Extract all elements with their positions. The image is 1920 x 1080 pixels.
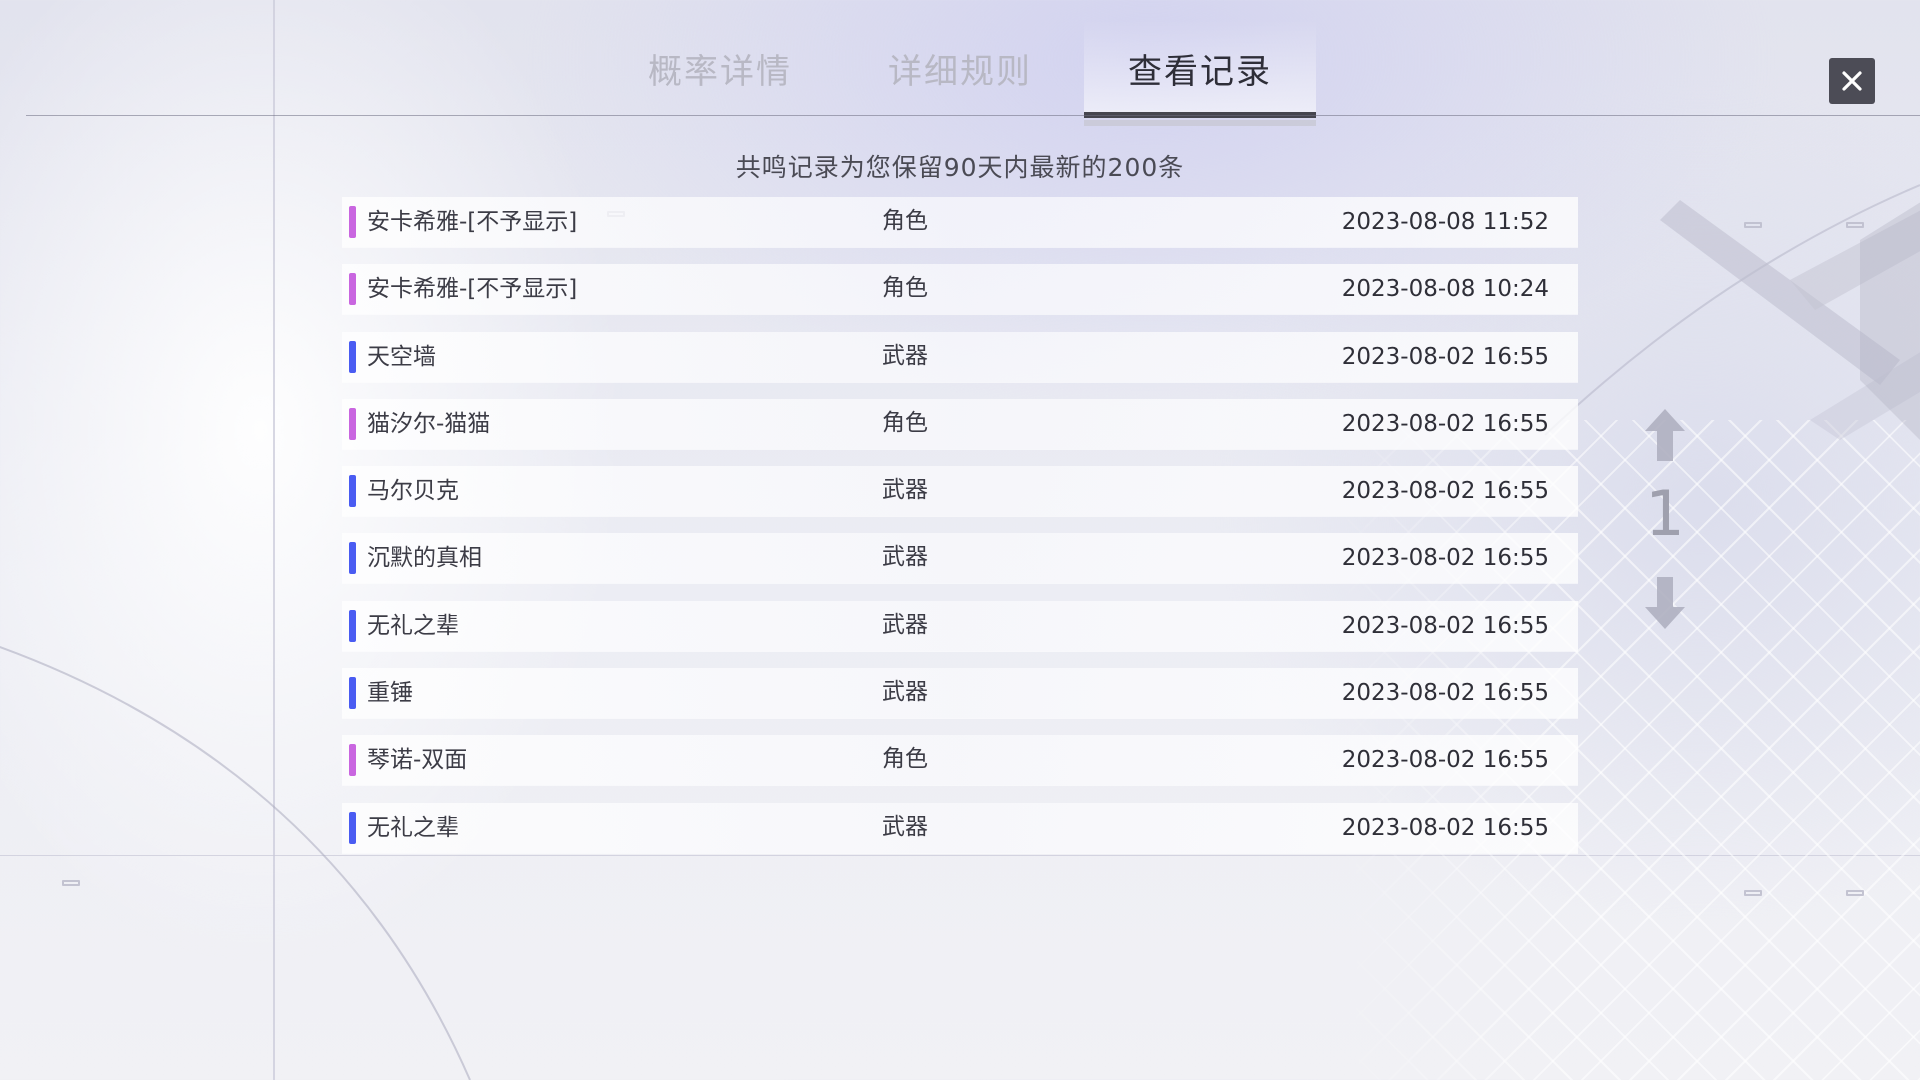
record-name: 猫汐尔-猫猫: [367, 410, 491, 437]
decor-dash: [1846, 222, 1864, 228]
record-row: 马尔贝克 武器 2023-08-02 16:55: [342, 466, 1578, 517]
record-row: 无礼之辈 武器 2023-08-02 16:55: [342, 802, 1578, 853]
page-navigator: 1: [1635, 405, 1695, 635]
record-name: 马尔贝克: [367, 478, 459, 505]
rarity-bar: [349, 542, 356, 575]
record-time: 2023-08-02 16:55: [1341, 478, 1549, 505]
record-time: 2023-08-08 10:24: [1341, 276, 1549, 303]
decor-dash: [62, 880, 80, 886]
rarity-bar: [349, 677, 356, 710]
record-name: 安卡希雅-[不予显示]: [367, 276, 578, 303]
tab-probability-details[interactable]: 概率详情: [610, 20, 830, 116]
record-row: 猫汐尔-猫猫 角色 2023-08-02 16:55: [342, 398, 1578, 449]
record-time: 2023-08-02 16:55: [1341, 343, 1549, 370]
rarity-bar: [349, 744, 356, 777]
decor-dash: [1744, 890, 1762, 896]
record-name: 重锤: [367, 680, 413, 707]
rarity-bar: [349, 609, 356, 642]
record-time: 2023-08-02 16:55: [1341, 814, 1549, 841]
decor-dash: [1846, 890, 1864, 896]
record-row: 安卡希雅-[不予显示] 角色 2023-08-08 10:24: [342, 264, 1578, 315]
record-type: 武器: [882, 813, 928, 840]
tab-view-records[interactable]: 查看记录: [1084, 20, 1316, 126]
record-time: 2023-08-02 16:55: [1341, 612, 1549, 639]
record-row: 重锤 武器 2023-08-02 16:55: [342, 668, 1578, 719]
record-type: 武器: [882, 544, 928, 571]
record-type: 角色: [882, 409, 928, 436]
rarity-bar: [349, 407, 356, 440]
tab-bar: 概率详情 详细规则 查看记录: [0, 0, 1920, 126]
record-name: 无礼之辈: [367, 612, 459, 639]
record-row: 天空墙 武器 2023-08-02 16:55: [342, 331, 1578, 382]
record-time: 2023-08-02 16:55: [1341, 545, 1549, 572]
rarity-bar: [349, 273, 356, 306]
record-type: 角色: [882, 275, 928, 302]
record-time: 2023-08-02 16:55: [1341, 410, 1549, 437]
record-name: 安卡希雅-[不予显示]: [367, 209, 578, 235]
rarity-bar: [349, 475, 356, 508]
record-retention-note: 共鸣记录为您保留90天内最新的200条: [735, 153, 1185, 182]
record-row: 沉默的真相 武器 2023-08-02 16:55: [342, 533, 1578, 584]
decor-dash: [1744, 222, 1762, 228]
record-name: 天空墙: [367, 343, 436, 370]
record-type: 武器: [882, 611, 928, 638]
record-row: 无礼之辈 武器 2023-08-02 16:55: [342, 600, 1578, 651]
record-name: 沉默的真相: [367, 545, 482, 572]
rarity-bar: [349, 206, 356, 238]
close-button[interactable]: [1829, 58, 1875, 104]
tab-detailed-rules[interactable]: 详细规则: [850, 20, 1070, 116]
record-list: 安卡希雅-[不予显示] 角色 2023-08-08 11:52 安卡希雅-[不予…: [342, 197, 1578, 870]
rarity-bar: [349, 340, 356, 373]
record-type: 武器: [882, 342, 928, 369]
record-time: 2023-08-02 16:55: [1341, 747, 1549, 774]
record-type: 武器: [882, 477, 928, 504]
record-type: 角色: [882, 208, 928, 234]
rarity-bar: [349, 811, 356, 844]
record-row: 安卡希雅-[不予显示] 角色 2023-08-08 11:52: [342, 197, 1578, 247]
record-name: 琴诺-双面: [367, 747, 468, 774]
record-name: 无礼之辈: [367, 814, 459, 841]
record-row: 琴诺-双面 角色 2023-08-02 16:55: [342, 735, 1578, 786]
page-up-arrow-icon[interactable]: [1635, 405, 1695, 465]
page-down-arrow-icon[interactable]: [1635, 573, 1695, 633]
record-time: 2023-08-08 11:52: [1341, 209, 1549, 235]
record-type: 角色: [882, 746, 928, 773]
record-type: 武器: [882, 679, 928, 706]
close-icon: [1842, 71, 1862, 91]
record-time: 2023-08-02 16:55: [1341, 680, 1549, 707]
page-number: 1: [1645, 477, 1685, 550]
